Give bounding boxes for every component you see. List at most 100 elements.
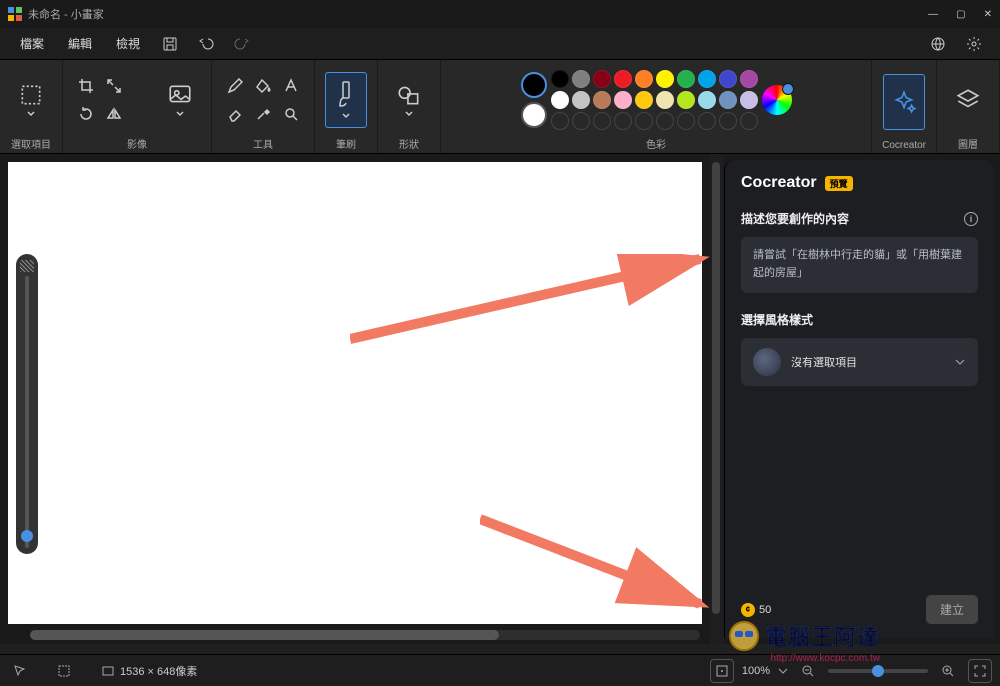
- color-swatch-empty[interactable]: [740, 112, 758, 130]
- eyedropper-tool[interactable]: [250, 101, 276, 127]
- color-palette: [551, 70, 758, 130]
- zoom-slider[interactable]: [828, 669, 928, 673]
- group-label: 形狀: [399, 136, 419, 151]
- canvas-size: 1536 × 648像素: [96, 663, 203, 679]
- brush-size-slider[interactable]: [16, 254, 38, 554]
- info-icon[interactable]: i: [964, 212, 978, 226]
- chevron-down-icon: [176, 110, 184, 118]
- undo-button[interactable]: [190, 30, 222, 58]
- shapes-tool[interactable]: [388, 72, 430, 128]
- horizontal-scrollbar[interactable]: [30, 630, 700, 640]
- color-swatch[interactable]: [698, 91, 716, 109]
- close-button[interactable]: ✕: [984, 9, 992, 20]
- globe-icon[interactable]: [922, 30, 954, 58]
- crop-button[interactable]: [73, 73, 99, 99]
- style-thumbnail-icon: [753, 348, 781, 376]
- color-swatch[interactable]: [614, 70, 632, 88]
- cocreator-button[interactable]: [883, 74, 925, 130]
- chevron-down-icon[interactable]: [778, 666, 788, 676]
- secondary-color[interactable]: [521, 102, 547, 128]
- rotate-button[interactable]: [73, 101, 99, 127]
- color-swatch-empty[interactable]: [551, 112, 569, 130]
- group-label: Cocreator: [882, 140, 926, 151]
- style-select[interactable]: 沒有選取項目: [741, 338, 978, 386]
- color-picker-button[interactable]: [762, 85, 792, 115]
- color-swatch[interactable]: [656, 70, 674, 88]
- color-swatch[interactable]: [635, 70, 653, 88]
- color-swatch-empty[interactable]: [719, 112, 737, 130]
- minimize-button[interactable]: —: [928, 9, 938, 20]
- credits-count: ¢50: [741, 603, 771, 617]
- style-label: 選擇風格樣式: [741, 311, 978, 328]
- color-swatch[interactable]: [719, 91, 737, 109]
- eraser-tool[interactable]: [222, 101, 248, 127]
- group-label: 圖層: [958, 136, 978, 151]
- preview-badge: 預覽: [825, 176, 853, 191]
- menu-edit[interactable]: 編輯: [58, 31, 102, 56]
- fullscreen-button[interactable]: [968, 659, 992, 683]
- prompt-input[interactable]: 請嘗試「在樹林中行走的貓」或「用樹葉建起的房屋」: [741, 237, 978, 293]
- menu-file[interactable]: 檔案: [10, 31, 54, 56]
- zoom-value: 100%: [742, 665, 770, 677]
- layers-button[interactable]: [947, 72, 989, 128]
- color-swatch[interactable]: [572, 91, 590, 109]
- color-swatch[interactable]: [635, 91, 653, 109]
- style-value: 沒有選取項目: [791, 354, 857, 370]
- ribbon-group-shapes: 形狀: [378, 60, 441, 153]
- color-swatch[interactable]: [551, 91, 569, 109]
- settings-button[interactable]: [958, 30, 990, 58]
- color-swatch[interactable]: [551, 70, 569, 88]
- ribbon-group-image: 影像: [63, 60, 212, 153]
- coin-icon: ¢: [741, 603, 755, 617]
- select-tool[interactable]: [10, 72, 52, 128]
- color-swatch-empty[interactable]: [656, 112, 674, 130]
- color-swatch-empty[interactable]: [593, 112, 611, 130]
- flip-button[interactable]: [101, 101, 127, 127]
- color-swatch-empty[interactable]: [698, 112, 716, 130]
- color-swatch[interactable]: [740, 70, 758, 88]
- magnifier-tool[interactable]: [278, 101, 304, 127]
- ribbon-group-selection: 選取項目: [0, 60, 63, 153]
- image-tool[interactable]: [159, 72, 201, 128]
- color-swatch[interactable]: [677, 70, 695, 88]
- menu-view[interactable]: 檢視: [106, 31, 150, 56]
- maximize-button[interactable]: ▢: [956, 9, 965, 20]
- panel-title: Cocreator預覽: [741, 174, 978, 192]
- canvas[interactable]: [8, 162, 702, 624]
- color-swatch[interactable]: [593, 70, 611, 88]
- color-swatch[interactable]: [740, 91, 758, 109]
- ribbon-group-colors: 色彩: [441, 60, 872, 153]
- group-label: 影像: [127, 136, 147, 151]
- color-swatch[interactable]: [656, 91, 674, 109]
- fill-tool[interactable]: [250, 73, 276, 99]
- text-tool[interactable]: [278, 73, 304, 99]
- color-swatch-empty[interactable]: [572, 112, 590, 130]
- color-swatch[interactable]: [593, 91, 611, 109]
- watermark: 電腦王阿達 http://www.kocpc.com.tw: [729, 620, 880, 652]
- vertical-scrollbar[interactable]: [710, 154, 724, 644]
- workspace: Cocreator預覽 描述您要創作的內容 i 請嘗試「在樹林中行走的貓」或「用…: [0, 154, 1000, 644]
- save-button[interactable]: [154, 30, 186, 58]
- cursor-position: [8, 665, 38, 677]
- color-swatch-empty[interactable]: [677, 112, 695, 130]
- chevron-down-icon: [954, 356, 966, 368]
- brush-tool[interactable]: [325, 72, 367, 128]
- zoom-in-button[interactable]: [936, 659, 960, 683]
- resize-button[interactable]: [101, 73, 127, 99]
- color-swatch[interactable]: [614, 91, 632, 109]
- ribbon-group-brushes: 筆刷: [315, 60, 378, 153]
- primary-color[interactable]: [521, 72, 547, 98]
- color-swatch-empty[interactable]: [614, 112, 632, 130]
- group-label: 色彩: [646, 136, 666, 151]
- menu-bar: 檔案 編輯 檢視: [0, 28, 1000, 60]
- color-swatch[interactable]: [719, 70, 737, 88]
- generate-button[interactable]: 建立: [926, 595, 978, 624]
- color-swatch-empty[interactable]: [635, 112, 653, 130]
- fit-screen-button[interactable]: [710, 659, 734, 683]
- redo-button[interactable]: [226, 30, 258, 58]
- color-swatch[interactable]: [698, 70, 716, 88]
- ribbon-group-layers: 圖層: [937, 60, 1000, 153]
- color-swatch[interactable]: [572, 70, 590, 88]
- color-swatch[interactable]: [677, 91, 695, 109]
- pencil-tool[interactable]: [222, 73, 248, 99]
